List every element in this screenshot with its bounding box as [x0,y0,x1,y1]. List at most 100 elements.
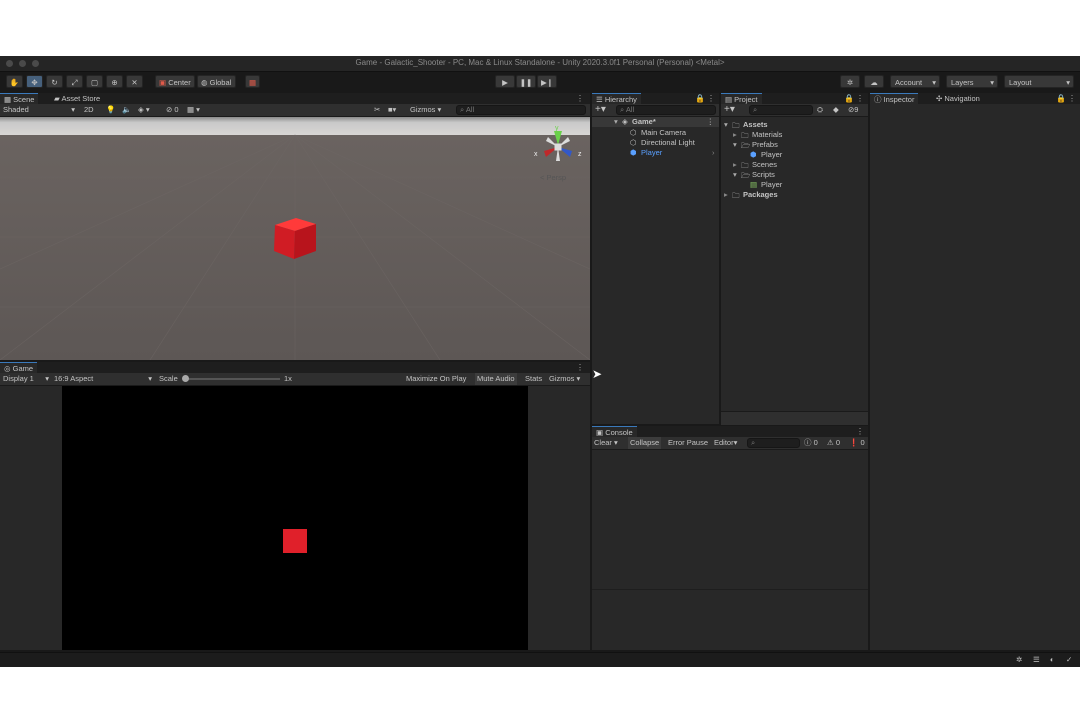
display-dropdown[interactable]: Display 1 ▾ [3,373,49,385]
audio-toggle-icon[interactable]: 🔈 [122,104,131,116]
pivot-toggle[interactable]: ▣ Center [155,75,195,88]
grid-snap-icon[interactable]: ▦ [245,75,260,88]
scale-slider[interactable] [182,375,280,382]
maximize-on-play-toggle[interactable]: Maximize On Play [406,373,466,385]
panel-menu-icon[interactable]: ⋮ [856,94,864,103]
account-label: Account [895,78,923,87]
rect-tool-icon[interactable]: ▢ [86,75,103,88]
tab-project[interactable]: ▤ Project [721,93,762,104]
project-folder-assets[interactable]: ▾ 🗀 Assets [721,120,868,130]
step-button[interactable]: ▶❙ [537,75,557,88]
gizmos-dropdown[interactable]: Gizmos ▾ [410,104,441,116]
scene-search-input[interactable]: ⌕ All [456,105,586,115]
collapse-arrow-icon[interactable]: ▸ [733,160,737,169]
search-by-type-icon[interactable]: ⛭ [817,104,823,116]
hierarchy-item-main-camera[interactable]: ⬡ Main Camera [592,128,719,138]
cloud-icon[interactable]: ☁ [864,75,884,88]
collapse-arrow-icon[interactable]: ▸ [733,130,737,139]
scene-header-row[interactable]: ▾ ◈ Game* ⋮ [592,117,719,127]
project-folder-scripts[interactable]: ▾ 🗁 Scripts [721,170,868,180]
collapse-toggle[interactable]: Collapse [628,437,662,449]
tab-game[interactable]: ◎ Game [0,362,38,373]
tab-inspector[interactable]: ⓘ Inspector [870,93,919,104]
project-folder-prefabs[interactable]: ▾ 🗁 Prefabs [721,140,868,150]
project-folder-materials[interactable]: ▸ 🗀 Materials [721,130,868,140]
play-button[interactable]: ▶ [495,75,515,88]
projection-toggle[interactable]: < Persp [540,173,566,182]
scene-visibility-toggle[interactable]: ⊘ 0 [166,104,179,116]
lock-icon[interactable]: 🔒 [844,94,854,103]
panel-menu-icon[interactable]: ⋮ [1068,94,1076,103]
tab-asset-store[interactable]: ▰ Asset Store [50,93,104,104]
log-filter-toggle[interactable]: ⓘ 0 [804,437,818,449]
scale-slider-thumb[interactable] [182,375,189,382]
project-search-input[interactable]: ⌕ [749,105,813,115]
camera-dropdown-icon[interactable]: ■▾ [388,104,396,116]
create-add-icon[interactable]: +▾ [595,104,606,116]
hierarchy-item-directional-light[interactable]: ⬡ Directional Light [592,138,719,148]
game-gizmos-dropdown[interactable]: Gizmos ▾ [549,373,580,385]
hierarchy-item-player[interactable]: ⬢ Player › [592,148,719,158]
panel-menu-icon[interactable]: ⋮ [576,363,584,372]
layout-dropdown[interactable]: Layout ▾ [1004,75,1074,88]
clear-dropdown[interactable]: Clear ▾ [594,437,618,449]
panel-menu-icon[interactable]: ⋮ [576,94,584,103]
tab-console[interactable]: ▣ Console [592,426,637,437]
mute-audio-toggle[interactable]: Mute Audio [475,373,517,385]
error-pause-toggle[interactable]: Error Pause [668,437,708,449]
game-viewport[interactable] [62,386,528,650]
warning-filter-toggle[interactable]: ⚠ 0 [827,437,840,449]
hidden-packages-toggle[interactable]: ⊘9 [848,104,858,116]
create-add-icon[interactable]: +▾ [724,104,735,116]
aspect-dropdown[interactable]: 16:9 Aspect ▾ [54,373,152,385]
layers-dropdown[interactable]: Layers ▾ [946,75,998,88]
custom-tool-icon[interactable]: ✕ [126,75,143,88]
transform-tool-icon[interactable]: ⊕ [106,75,123,88]
hierarchy-search-input[interactable]: ⌕ All [616,105,716,115]
editor-dropdown[interactable]: Editor▾ [714,437,737,449]
stats-toggle[interactable]: Stats [525,373,542,385]
panel-menu-icon[interactable]: ⋮ [856,427,864,436]
project-folder-packages[interactable]: ▸ 🗀 Packages [721,190,868,200]
error-count: 0 [860,438,865,447]
tab-navigation[interactable]: ✣ Navigation [932,93,984,104]
error-filter-toggle[interactable]: ❗ 0 [849,437,865,449]
space-toggle[interactable]: ◍ Global [197,75,236,88]
lock-icon[interactable]: 🔒 [695,94,705,103]
grid-dropdown-icon[interactable]: ▦ ▾ [187,104,200,116]
project-asset-player-prefab[interactable]: ⬢ Player [721,150,868,160]
toggle-2d-button[interactable]: 2D [84,104,94,116]
move-tool-icon[interactable]: ✥ [26,75,43,88]
player-cube[interactable] [272,215,318,261]
tab-scene[interactable]: ▦ Scene [0,93,39,104]
project-asset-player-script[interactable]: ▤ Player [721,180,868,190]
scene-menu-icon[interactable]: ⋮ [707,117,715,126]
pause-button[interactable]: ❚❚ [516,75,536,88]
lock-icon[interactable]: 🔒 [1056,94,1066,103]
tab-hierarchy[interactable]: ☰ Hierarchy [592,93,641,104]
chevron-right-icon[interactable]: › [712,148,715,157]
expand-arrow-icon[interactable]: ▾ [614,117,618,126]
collab-icon[interactable]: ✲ [840,75,860,88]
layers-icon[interactable]: ☰ [1033,655,1040,664]
scene-viewport[interactable]: y x z < Persp [0,117,590,360]
hand-tool-icon[interactable]: ✋ [6,75,23,88]
tools-icon[interactable]: ✂ [374,104,380,116]
lighting-icon[interactable]: ◐ [1050,655,1055,664]
search-by-label-icon[interactable]: ◆ [833,104,839,116]
account-dropdown[interactable]: Account ▾ [890,75,940,88]
project-folder-scenes[interactable]: ▸ 🗀 Scenes [721,160,868,170]
effects-dropdown-icon[interactable]: ◈ ▾ [138,104,150,116]
expand-arrow-icon[interactable]: ▾ [733,140,737,149]
shading-mode-dropdown[interactable]: Shaded ▾ [3,104,75,116]
lighting-toggle-icon[interactable]: 💡 [106,104,115,116]
scale-tool-icon[interactable]: ⤢ [66,75,83,88]
bug-icon[interactable]: ✲ [1016,655,1022,664]
expand-arrow-icon[interactable]: ▾ [724,120,728,129]
console-search-input[interactable]: ⌕ [747,438,800,448]
check-circle-icon[interactable]: ✓ [1066,655,1072,664]
panel-menu-icon[interactable]: ⋮ [707,94,715,103]
collapse-arrow-icon[interactable]: ▸ [724,190,728,199]
expand-arrow-icon[interactable]: ▾ [733,170,737,179]
rotate-tool-icon[interactable]: ↻ [46,75,63,88]
